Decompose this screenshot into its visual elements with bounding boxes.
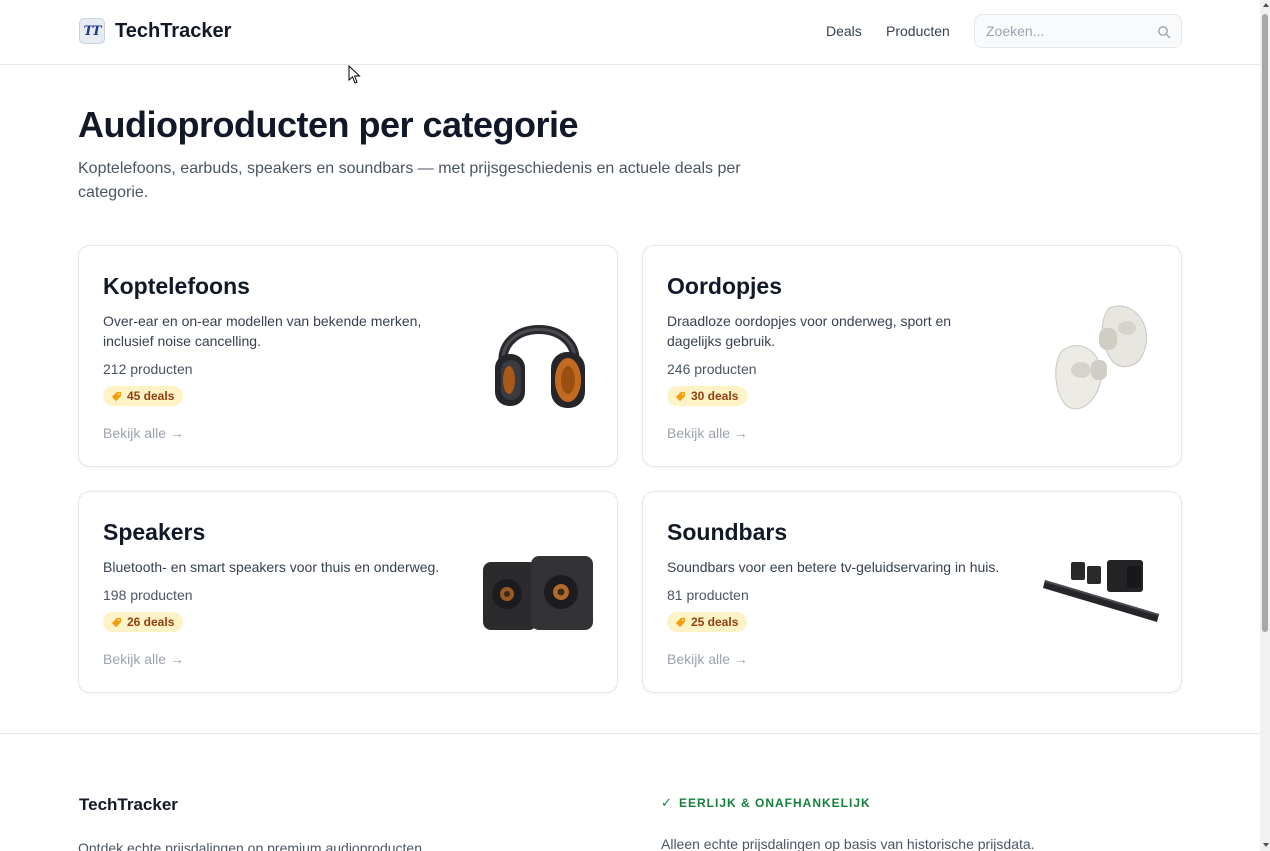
search-icon[interactable] (1157, 25, 1171, 39)
category-description: Soundbars voor een betere tv-geluidserva… (667, 559, 1000, 575)
tag-icon (675, 617, 686, 627)
techtracker-logo[interactable]: TT (79, 18, 105, 44)
footer-tagline: Ontdek echte prijsdalingen op premium au… (78, 840, 426, 851)
category-title: Oordopjes (667, 273, 783, 299)
footer-trust-label: EERLIJK & ONAFHANKELIJK (679, 796, 871, 810)
deals-count: 30 deals (691, 389, 739, 403)
earbuds-image (1055, 305, 1148, 410)
category-card-soundbars[interactable]: Soundbars Soundbars voor een betere tv-g… (642, 491, 1182, 693)
footer-trust-text: Alleen echte prijsdalingen op basis van … (661, 836, 1035, 851)
category-title: Soundbars (667, 519, 788, 545)
scrollbar-thumb[interactable] (1262, 14, 1268, 632)
deals-count: 25 deals (691, 615, 739, 629)
deals-badge: 45 deals (103, 386, 184, 406)
search-box[interactable] (974, 14, 1182, 48)
mouse-cursor-icon (348, 65, 361, 84)
category-description: Draadloze oordopjes voor onderweg, sport… (667, 313, 952, 349)
category-card-oordopjes[interactable]: Oordopjes Draadloze oordopjes voor onder… (642, 245, 1182, 467)
page-subtitle: Koptelefoons, earbuds, speakers en sound… (78, 160, 741, 201)
view-all-link[interactable]: Bekijk alle → (103, 425, 184, 441)
product-count: 198 producten (103, 587, 193, 603)
category-description: Bluetooth- en smart speakers voor thuis … (103, 559, 440, 575)
nav-link-deals[interactable]: Deals (826, 23, 862, 39)
top-navbar: TT TechTracker Deals Producten (0, 0, 1260, 65)
scroll-down-arrow-icon[interactable] (1263, 843, 1269, 847)
brand-name[interactable]: TechTracker (115, 20, 231, 43)
view-all-link[interactable]: Bekijk alle → (667, 651, 748, 667)
search-input[interactable] (986, 23, 1146, 39)
headphones-image (495, 325, 585, 408)
footer-brand: TechTracker (79, 795, 178, 814)
deals-badge: 25 deals (667, 612, 748, 632)
scroll-up-arrow-icon[interactable] (1263, 3, 1269, 7)
speakers-image (483, 556, 593, 630)
tag-icon (111, 617, 122, 627)
deals-count: 45 deals (127, 389, 175, 403)
category-card-speakers[interactable]: Speakers Bluetooth- en smart speakers vo… (78, 491, 618, 693)
page-title: Audioproducten per categorie (78, 104, 579, 145)
category-description: Over-ear en on-ear modellen van bekende … (103, 313, 422, 349)
category-title: Speakers (103, 519, 206, 545)
product-count: 212 producten (103, 361, 193, 377)
product-count: 246 producten (667, 361, 757, 377)
checkmark-icon: ✓ (661, 795, 672, 810)
tag-icon (675, 391, 686, 401)
deals-badge: 30 deals (667, 386, 748, 406)
category-title: Koptelefoons (103, 273, 250, 299)
footer-divider (0, 733, 1260, 734)
deals-count: 26 deals (127, 615, 175, 629)
category-card-koptelefoons[interactable]: Koptelefoons Over-ear en on-ear modellen… (78, 245, 618, 467)
view-all-link[interactable]: Bekijk alle → (667, 425, 748, 441)
tag-icon (111, 391, 122, 401)
nav-link-products[interactable]: Producten (886, 23, 950, 39)
soundbar-image (1043, 560, 1159, 622)
product-count: 81 producten (667, 587, 749, 603)
view-all-link[interactable]: Bekijk alle → (103, 651, 184, 667)
deals-badge: 26 deals (103, 612, 184, 632)
logo-icon: TT (83, 23, 102, 39)
